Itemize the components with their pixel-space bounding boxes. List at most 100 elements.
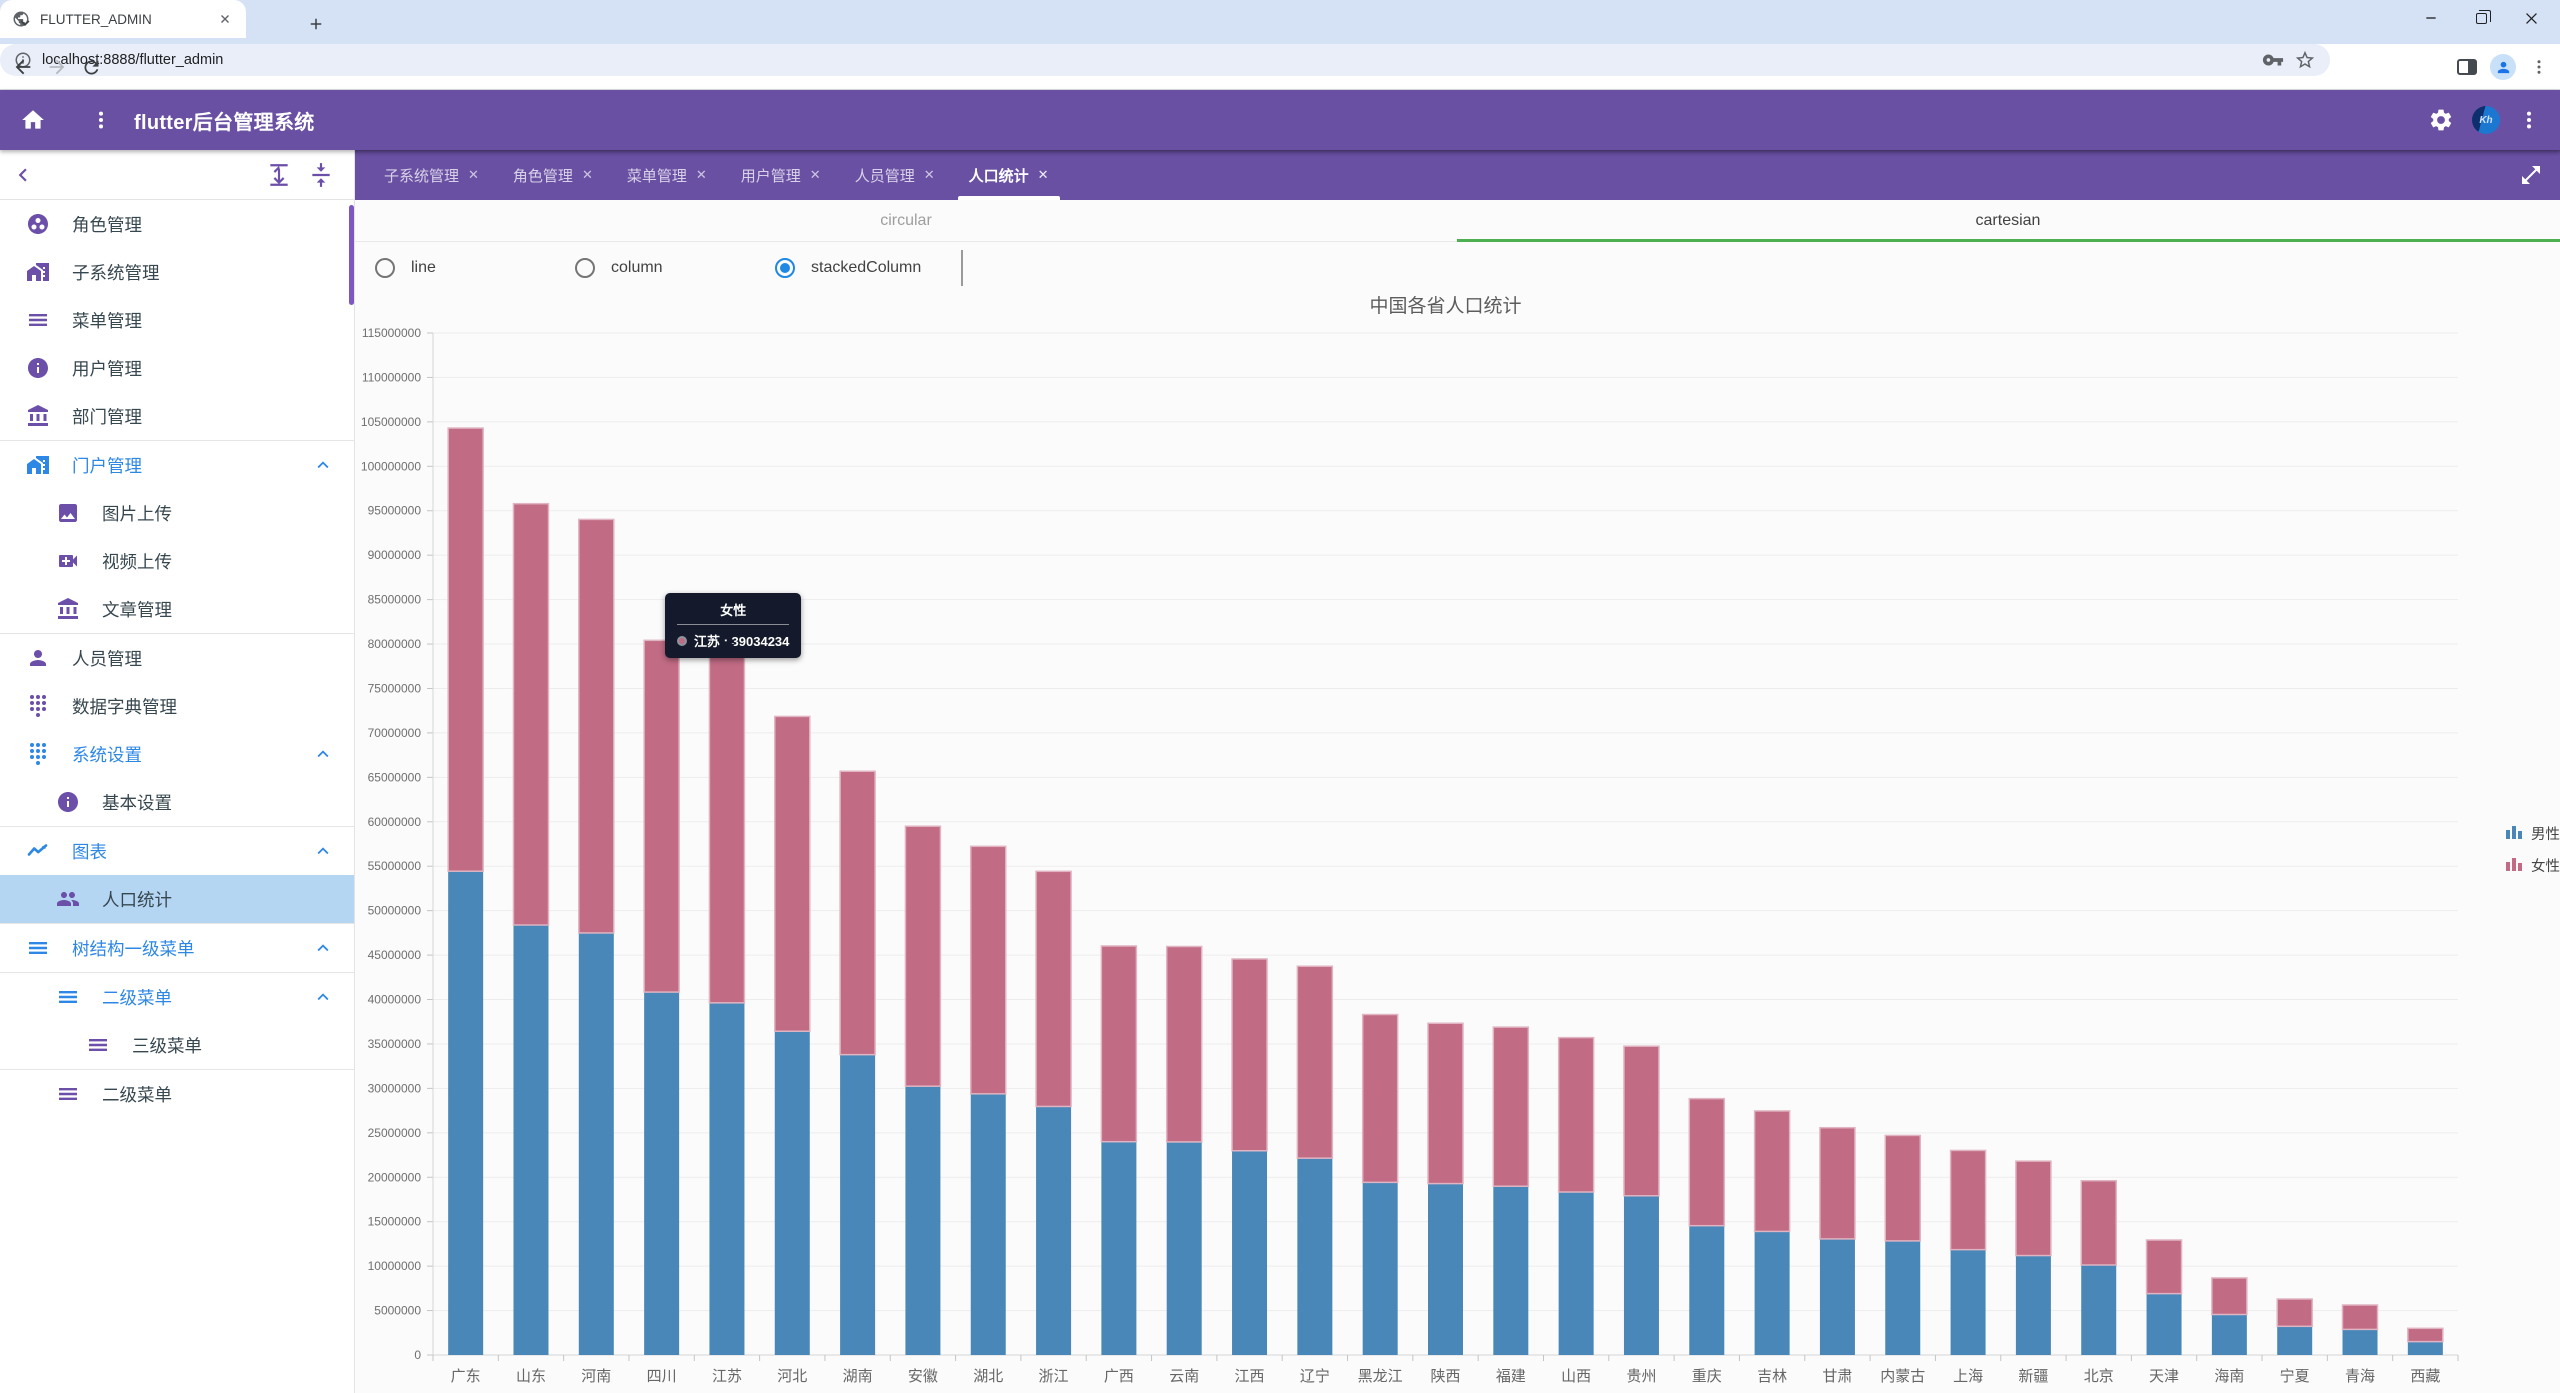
- bar-female-陕西[interactable]: [1428, 1023, 1463, 1183]
- reload-button[interactable]: [76, 52, 106, 82]
- bar-female-内蒙古[interactable]: [1885, 1135, 1920, 1240]
- bar-female-天津[interactable]: [2147, 1240, 2182, 1294]
- bar-female-湖北[interactable]: [971, 846, 1006, 1093]
- bar-male-湖南[interactable]: [840, 1055, 875, 1355]
- doc-tab-close-icon[interactable]: ✕: [582, 167, 593, 183]
- sidebar-item-21[interactable]: 二级菜单: [0, 973, 354, 1021]
- bar-female-山东[interactable]: [513, 504, 548, 925]
- bar-female-黑龙江[interactable]: [1363, 1015, 1398, 1183]
- doc-tab-close-icon[interactable]: ✕: [924, 167, 935, 183]
- forward-button[interactable]: [42, 52, 72, 82]
- chevron-up-icon[interactable]: [312, 454, 334, 476]
- collapse-sidebar-chevron-icon[interactable]: [10, 162, 36, 188]
- bar-male-山东[interactable]: [513, 925, 548, 1355]
- sidebar-item-7[interactable]: 图片上传: [0, 489, 354, 537]
- bar-male-福建[interactable]: [1493, 1186, 1528, 1355]
- bar-female-山西[interactable]: [1559, 1038, 1594, 1192]
- bar-male-海南[interactable]: [2212, 1314, 2247, 1355]
- sidebar-item-2[interactable]: 菜单管理: [0, 296, 354, 344]
- chevron-up-icon[interactable]: [312, 986, 334, 1008]
- expand-all-icon[interactable]: [266, 162, 292, 188]
- bar-male-云南[interactable]: [1167, 1142, 1202, 1355]
- bar-female-江苏[interactable]: [709, 656, 744, 1003]
- bar-male-吉林[interactable]: [1755, 1231, 1790, 1355]
- sidebar-item-6[interactable]: 门户管理: [0, 441, 354, 489]
- bar-female-福建[interactable]: [1493, 1027, 1528, 1186]
- bar-male-四川[interactable]: [644, 992, 679, 1355]
- bar-male-广东[interactable]: [448, 871, 483, 1355]
- bar-male-宁夏[interactable]: [2277, 1326, 2312, 1355]
- sidebar-item-1[interactable]: 子系统管理: [0, 248, 354, 296]
- bar-female-贵州[interactable]: [1624, 1046, 1659, 1196]
- user-avatar[interactable]: Kh: [2472, 106, 2500, 134]
- bar-male-内蒙古[interactable]: [1885, 1241, 1920, 1355]
- bar-male-天津[interactable]: [2147, 1294, 2182, 1355]
- bar-female-吉林[interactable]: [1755, 1111, 1790, 1231]
- bar-female-河北[interactable]: [775, 716, 810, 1031]
- bar-male-北京[interactable]: [2081, 1265, 2116, 1355]
- fullscreen-expand-icon[interactable]: [2516, 160, 2546, 190]
- doc-tab-close-icon[interactable]: ✕: [1038, 167, 1049, 183]
- bar-male-河北[interactable]: [775, 1031, 810, 1355]
- doc-tab-3[interactable]: 菜单管理✕: [612, 150, 722, 200]
- password-key-icon[interactable]: [2262, 49, 2284, 71]
- bar-female-北京[interactable]: [2081, 1181, 2116, 1265]
- app-menu-kebab-icon[interactable]: [90, 109, 112, 131]
- bar-female-四川[interactable]: [644, 640, 679, 992]
- bar-male-山西[interactable]: [1559, 1192, 1594, 1355]
- bar-male-河南[interactable]: [579, 933, 614, 1355]
- sidebar-item-12[interactable]: 数据字典管理: [0, 682, 354, 730]
- sidebar-item-24[interactable]: 二级菜单: [0, 1070, 354, 1118]
- sidebar-item-11[interactable]: 人员管理: [0, 634, 354, 682]
- doc-tab-2[interactable]: 角色管理✕: [498, 150, 608, 200]
- side-panel-icon[interactable]: [2452, 52, 2482, 82]
- bar-male-江苏[interactable]: [709, 1003, 744, 1355]
- sidebar-item-3[interactable]: 用户管理: [0, 344, 354, 392]
- bar-male-重庆[interactable]: [1689, 1226, 1724, 1355]
- back-button[interactable]: [8, 52, 38, 82]
- chevron-up-icon[interactable]: [312, 840, 334, 862]
- sidebar-item-14[interactable]: 基本设置: [0, 778, 354, 826]
- bar-female-海南[interactable]: [2212, 1278, 2247, 1315]
- bar-female-青海[interactable]: [2343, 1305, 2378, 1329]
- bar-female-湖南[interactable]: [840, 771, 875, 1054]
- bar-male-陕西[interactable]: [1428, 1184, 1463, 1355]
- chevron-up-icon[interactable]: [312, 743, 334, 765]
- bar-female-广西[interactable]: [1101, 946, 1136, 1142]
- bar-female-安徽[interactable]: [905, 826, 940, 1086]
- sidebar-item-9[interactable]: 文章管理: [0, 585, 354, 633]
- doc-tab-6[interactable]: 人口统计✕: [954, 150, 1064, 200]
- window-close-button[interactable]: [2522, 9, 2540, 27]
- sidebar-item-0[interactable]: 角色管理: [0, 200, 354, 248]
- sidebar-item-17[interactable]: 人口统计: [0, 875, 354, 923]
- bar-male-安徽[interactable]: [905, 1086, 940, 1355]
- bookmark-star-icon[interactable]: [2294, 49, 2316, 71]
- bar-male-江西[interactable]: [1232, 1151, 1267, 1355]
- doc-tab-5[interactable]: 人员管理✕: [840, 150, 950, 200]
- bar-female-辽宁[interactable]: [1297, 966, 1332, 1158]
- bar-male-新疆[interactable]: [2016, 1256, 2051, 1355]
- bar-male-浙江[interactable]: [1036, 1106, 1071, 1355]
- bar-male-甘肃[interactable]: [1820, 1239, 1855, 1355]
- address-bar[interactable]: localhost:8888/flutter_admin: [0, 44, 2330, 76]
- collapse-all-icon[interactable]: [308, 162, 334, 188]
- bar-female-广东[interactable]: [448, 428, 483, 871]
- legend-item-男性[interactable]: 男性: [2505, 822, 2560, 845]
- window-minimize-button[interactable]: [2422, 9, 2440, 27]
- settings-gear-icon[interactable]: [2428, 107, 2454, 133]
- legend-item-女性[interactable]: 女性: [2505, 854, 2560, 877]
- bar-female-浙江[interactable]: [1036, 871, 1071, 1106]
- tab-search-chevron-icon[interactable]: [10, 10, 40, 36]
- sidebar-item-8[interactable]: 视频上传: [0, 537, 354, 585]
- doc-tab-1[interactable]: 子系统管理✕: [369, 150, 494, 200]
- sidebar-item-4[interactable]: 部门管理: [0, 392, 354, 440]
- bar-male-贵州[interactable]: [1624, 1196, 1659, 1355]
- home-icon[interactable]: [20, 107, 46, 133]
- bar-female-河南[interactable]: [579, 519, 614, 933]
- doc-tab-close-icon[interactable]: ✕: [810, 167, 821, 183]
- bar-male-广西[interactable]: [1101, 1142, 1136, 1355]
- bar-male-西藏[interactable]: [2408, 1342, 2443, 1355]
- profile-avatar[interactable]: [2488, 52, 2518, 82]
- doc-tab-4[interactable]: 用户管理✕: [726, 150, 836, 200]
- bar-female-重庆[interactable]: [1689, 1099, 1724, 1226]
